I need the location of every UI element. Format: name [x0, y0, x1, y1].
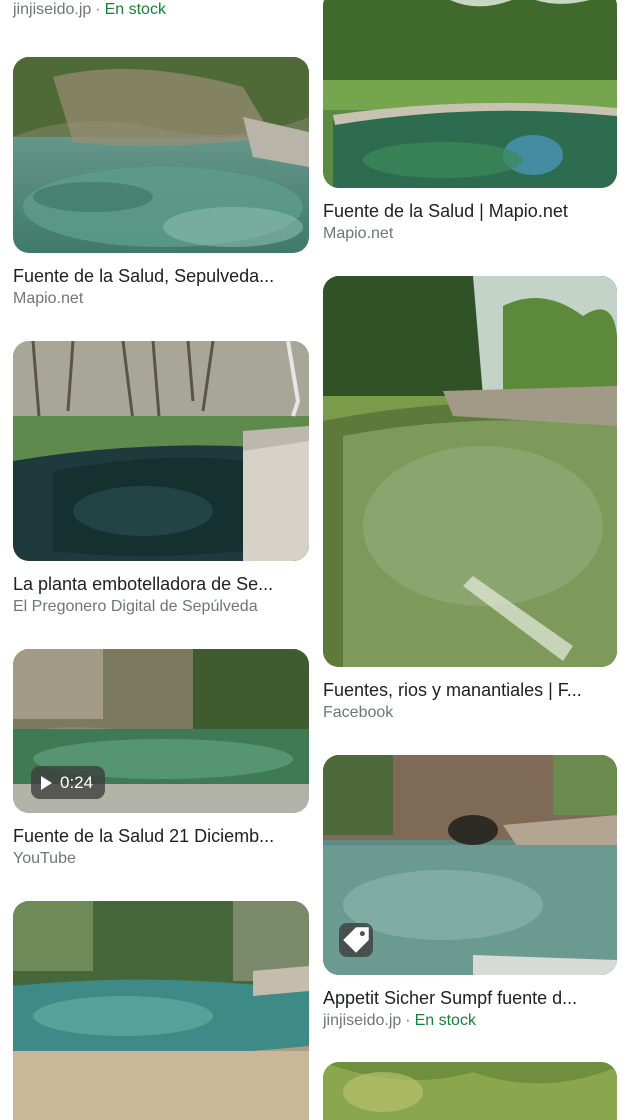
result-title[interactable]: Appetit Sicher Sumpf fuente d...: [323, 987, 617, 1009]
result-card[interactable]: La planta embotelladora de Se... El Preg…: [13, 341, 309, 617]
result-title[interactable]: Fuente de la Salud 21 Diciemb...: [13, 825, 309, 847]
result-thumbnail[interactable]: [323, 276, 617, 667]
result-card[interactable]: 0:24 Fuente de la Salud 21 Diciemb... Yo…: [13, 649, 309, 869]
shopping-tag-badge: [339, 923, 373, 957]
result-title[interactable]: Fuente de la Salud | Mapio.net: [323, 200, 617, 222]
result-thumbnail[interactable]: [323, 755, 617, 975]
play-icon: [41, 775, 52, 790]
result-source: Facebook: [323, 704, 394, 721]
result-source: Mapio.net: [13, 290, 84, 307]
video-duration-badge: 0:24: [31, 766, 106, 799]
result-meta: jinjiseido.jp · En stock: [323, 1011, 617, 1031]
result-title[interactable]: La planta embotelladora de Se...: [13, 573, 309, 595]
tag-icon: [343, 927, 369, 953]
result-thumbnail[interactable]: [13, 57, 309, 253]
separator-dot: ·: [95, 1, 101, 18]
spring-pool-image: [13, 901, 309, 1120]
result-source: El Pregonero Digital de Sepúlveda: [13, 598, 258, 615]
result-source: jinjiseido.jp: [323, 1012, 402, 1029]
spring-pool-image: [323, 1062, 617, 1120]
result-card[interactable]: Fuente de la Salud | Mapio.net Mapio.net: [323, 0, 617, 244]
result-source: jinjiseido.jp: [13, 1, 92, 18]
result-card[interactable]: jinjiseido.jp · En stock: [13, 0, 309, 20]
result-card[interactable]: Fuente de la Salud, Sepulveda... Mapio.n…: [13, 57, 309, 309]
result-thumbnail[interactable]: [323, 0, 617, 188]
result-card[interactable]: [323, 1062, 617, 1120]
result-card[interactable]: Appetit Sicher Sumpf fuente d... jinjise…: [323, 755, 617, 1031]
spring-pool-image: [13, 57, 309, 253]
stock-status: En stock: [414, 1012, 476, 1029]
spring-pool-image: [323, 0, 617, 188]
result-card[interactable]: [13, 901, 309, 1120]
spring-pool-image: [13, 341, 309, 561]
result-thumbnail[interactable]: [13, 901, 309, 1120]
result-source: Mapio.net: [323, 225, 394, 242]
image-results-page: jinjiseido.jp · En stock Fuente de la Sa…: [0, 0, 630, 1120]
result-source: YouTube: [13, 850, 76, 867]
result-thumbnail[interactable]: [13, 341, 309, 561]
result-thumbnail[interactable]: 0:24: [13, 649, 309, 813]
spring-pool-image: [323, 276, 617, 667]
result-thumbnail[interactable]: [323, 1062, 617, 1120]
stock-status: En stock: [104, 1, 166, 18]
result-meta: jinjiseido.jp · En stock: [13, 0, 309, 20]
separator-dot: ·: [405, 1012, 411, 1029]
result-card[interactable]: Fuentes, rios y manantiales | F... Faceb…: [323, 276, 617, 723]
result-title[interactable]: Fuentes, rios y manantiales | F...: [323, 679, 617, 701]
result-title[interactable]: Fuente de la Salud, Sepulveda...: [13, 265, 309, 287]
video-duration: 0:24: [60, 772, 94, 792]
